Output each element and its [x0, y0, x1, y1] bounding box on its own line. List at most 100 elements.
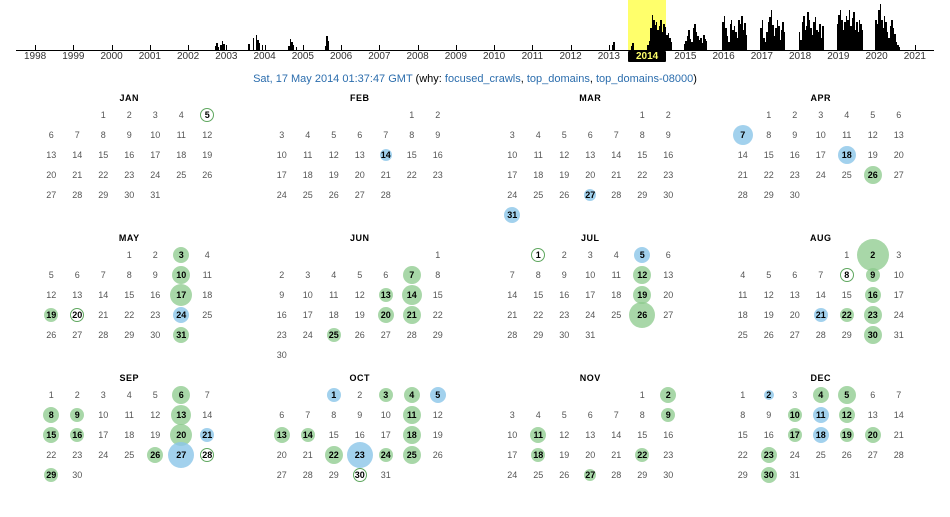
calendar-day[interactable]: 13 — [373, 285, 399, 305]
calendar-day[interactable]: 17 — [168, 285, 194, 305]
calendar-day[interactable]: 27 — [577, 185, 603, 205]
calendar-day[interactable]: 22 — [834, 305, 860, 325]
calendar-day[interactable]: 31 — [168, 325, 194, 345]
calendar-day[interactable]: 24 — [373, 445, 399, 465]
calendar-day[interactable]: 23 — [756, 445, 782, 465]
year-tick[interactable]: 2012 — [552, 51, 590, 62]
calendar-day[interactable]: 25 — [399, 445, 425, 465]
calendar-day[interactable]: 23 — [347, 445, 373, 465]
calendar-day[interactable]: 19 — [38, 305, 64, 325]
calendar-day[interactable]: 18 — [399, 425, 425, 445]
year-tick[interactable]: 2019 — [819, 51, 857, 62]
year-tick[interactable]: 1999 — [54, 51, 92, 62]
calendar-day[interactable]: 29 — [38, 465, 64, 485]
calendar-day[interactable]: 2 — [655, 385, 681, 405]
calendar-day[interactable]: 21 — [399, 305, 425, 325]
calendar-day[interactable]: 5 — [834, 385, 860, 405]
why-link[interactable]: focused_crawls — [445, 73, 521, 85]
calendar-day[interactable]: 4 — [399, 385, 425, 405]
calendar-day[interactable]: 1 — [525, 245, 551, 265]
calendar-day[interactable]: 11 — [808, 405, 834, 425]
calendar-day[interactable]: 23 — [860, 305, 886, 325]
calendar-day[interactable]: 20 — [860, 425, 886, 445]
calendar-day[interactable]: 30 — [756, 465, 782, 485]
calendar-day[interactable]: 3 — [373, 385, 399, 405]
calendar-day[interactable]: 19 — [834, 425, 860, 445]
year-tick[interactable]: 2016 — [705, 51, 743, 62]
calendar-day[interactable]: 14 — [399, 285, 425, 305]
capture-sparkline[interactable] — [16, 0, 934, 51]
calendar-day[interactable]: 22 — [321, 445, 347, 465]
year-tick[interactable]: 2011 — [513, 51, 551, 62]
year-tick[interactable]: 2008 — [399, 51, 437, 62]
calendar-day[interactable]: 3 — [168, 245, 194, 265]
calendar-day[interactable]: 9 — [64, 405, 90, 425]
calendar-day[interactable]: 18 — [525, 445, 551, 465]
calendar-day[interactable]: 18 — [834, 145, 860, 165]
calendar-day[interactable]: 2 — [860, 245, 886, 265]
year-tick[interactable]: 2003 — [207, 51, 245, 62]
calendar-day[interactable]: 25 — [321, 325, 347, 345]
calendar-day[interactable]: 9 — [655, 405, 681, 425]
calendar-day[interactable]: 10 — [168, 265, 194, 285]
calendar-day[interactable]: 16 — [860, 285, 886, 305]
calendar-day[interactable]: 8 — [38, 405, 64, 425]
why-link[interactable]: top_domains-08000 — [596, 73, 693, 85]
calendar-day[interactable]: 12 — [629, 265, 655, 285]
calendar-day[interactable]: 11 — [399, 405, 425, 425]
calendar-day[interactable]: 5 — [194, 105, 220, 125]
calendar-day[interactable]: 12 — [834, 405, 860, 425]
calendar-day[interactable]: 7 — [730, 125, 756, 145]
calendar-day[interactable]: 20 — [373, 305, 399, 325]
calendar-day[interactable]: 15 — [38, 425, 64, 445]
year-tick[interactable]: 2014 — [628, 51, 666, 62]
calendar-day[interactable]: 24 — [168, 305, 194, 325]
calendar-day[interactable]: 26 — [860, 165, 886, 185]
calendar-day[interactable]: 16 — [64, 425, 90, 445]
year-tick[interactable]: 2004 — [246, 51, 284, 62]
calendar-day[interactable]: 14 — [295, 425, 321, 445]
calendar-day[interactable]: 27 — [168, 445, 194, 465]
calendar-day[interactable]: 6 — [168, 385, 194, 405]
calendar-day[interactable]: 21 — [808, 305, 834, 325]
calendar-day[interactable]: 27 — [577, 465, 603, 485]
year-tick[interactable]: 2002 — [169, 51, 207, 62]
calendar-day[interactable]: 31 — [499, 205, 525, 225]
year-tick[interactable]: 2020 — [858, 51, 896, 62]
calendar-day[interactable]: 5 — [425, 385, 451, 405]
year-tick[interactable]: 2006 — [322, 51, 360, 62]
calendar-day[interactable]: 1 — [321, 385, 347, 405]
calendar-day[interactable]: 13 — [168, 405, 194, 425]
calendar-day[interactable]: 4 — [808, 385, 834, 405]
calendar-day[interactable]: 26 — [629, 305, 655, 325]
calendar-day[interactable]: 21 — [194, 425, 220, 445]
calendar-day[interactable]: 2 — [756, 385, 782, 405]
calendar-day[interactable]: 7 — [399, 265, 425, 285]
year-tick[interactable]: 1998 — [16, 51, 54, 62]
year-tick[interactable]: 2005 — [284, 51, 322, 62]
calendar-day[interactable]: 5 — [629, 245, 655, 265]
calendar-day[interactable]: 14 — [373, 145, 399, 165]
calendar-day[interactable]: 13 — [269, 425, 295, 445]
calendar-day[interactable]: 18 — [808, 425, 834, 445]
year-tick[interactable]: 2007 — [360, 51, 398, 62]
year-tick[interactable]: 2018 — [781, 51, 819, 62]
year-tick[interactable]: 2001 — [131, 51, 169, 62]
snapshot-timestamp-link[interactable]: Sat, 17 May 2014 01:37:47 GMT — [253, 73, 412, 85]
year-tick[interactable]: 2013 — [590, 51, 628, 62]
calendar-day[interactable]: 20 — [64, 305, 90, 325]
year-tick[interactable]: 2015 — [666, 51, 704, 62]
why-link[interactable]: top_domains — [527, 73, 590, 85]
calendar-day[interactable]: 22 — [629, 445, 655, 465]
calendar-day[interactable]: 28 — [194, 445, 220, 465]
calendar-day[interactable]: 9 — [860, 265, 886, 285]
calendar-day[interactable]: 10 — [782, 405, 808, 425]
year-tick[interactable]: 2010 — [475, 51, 513, 62]
year-tick[interactable]: 2009 — [437, 51, 475, 62]
calendar-day[interactable]: 30 — [347, 465, 373, 485]
calendar-day[interactable]: 17 — [782, 425, 808, 445]
year-tick[interactable]: 2017 — [743, 51, 781, 62]
year-tick[interactable]: 2000 — [93, 51, 131, 62]
calendar-day[interactable]: 11 — [525, 425, 551, 445]
calendar-day[interactable]: 8 — [834, 265, 860, 285]
